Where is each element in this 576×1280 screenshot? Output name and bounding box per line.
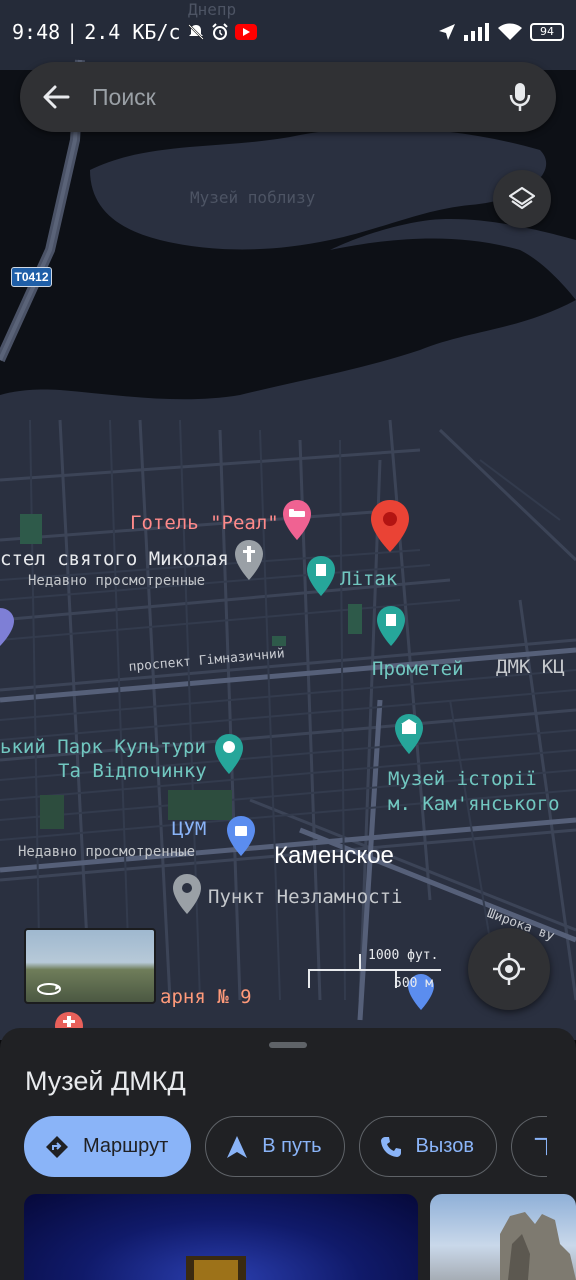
- network-speed: 2.4 КБ/с: [84, 20, 181, 44]
- status-time: 9:48: [12, 20, 61, 44]
- battery-icon: 94: [530, 23, 564, 41]
- litak-label[interactable]: Літак: [340, 568, 397, 590]
- museum-pin-icon[interactable]: [394, 714, 424, 756]
- action-chips: Маршрут В путь Вызов: [24, 1116, 547, 1177]
- church-label[interactable]: стел святого Миколая: [0, 548, 229, 570]
- hotel-label[interactable]: Готель "Реал": [130, 512, 279, 534]
- mute-icon: [187, 23, 205, 41]
- pharmacy-label[interactable]: арня № 9: [160, 986, 252, 1008]
- search-input[interactable]: Поиск: [92, 84, 504, 111]
- directions-label: Маршрут: [83, 1135, 169, 1157]
- scale-imperial: 1000 фут.: [368, 948, 439, 963]
- call-button[interactable]: Вызов: [358, 1116, 497, 1177]
- layers-icon: [508, 186, 536, 210]
- street-view-thumbnail[interactable]: [24, 928, 156, 1004]
- partial-pin-icon[interactable]: [0, 608, 14, 648]
- city-label: Каменское: [274, 842, 394, 869]
- search-bar[interactable]: Поиск: [20, 62, 556, 132]
- location-arrow-icon: [438, 23, 456, 41]
- start-navigation-button[interactable]: В путь: [205, 1116, 345, 1177]
- arrow-left-icon: [43, 85, 70, 109]
- scale-metric: 500 м: [394, 976, 434, 991]
- navigation-icon: [227, 1135, 248, 1158]
- place-photos: [24, 1194, 576, 1280]
- alarm-icon: [211, 23, 229, 41]
- prometei-pin-icon[interactable]: [376, 606, 406, 648]
- save-icon: [534, 1137, 547, 1155]
- back-button[interactable]: [40, 81, 72, 113]
- directions-button[interactable]: Маршрут: [24, 1116, 192, 1177]
- punkt-label[interactable]: Пункт Незламності: [208, 886, 402, 908]
- tsum-recent-label: Недавно просмотренные: [18, 844, 196, 860]
- place-bottom-sheet[interactable]: Музей ДМКД Маршрут В путь Вызов: [0, 1028, 576, 1280]
- hotel-pin-icon[interactable]: [282, 500, 312, 542]
- place-title: Музей ДМКД: [25, 1066, 186, 1096]
- dmk-label[interactable]: ДМК КЦ: [496, 656, 565, 678]
- crosshair-icon: [493, 953, 525, 985]
- directions-icon: [46, 1135, 68, 1158]
- youtube-icon: [234, 24, 257, 40]
- photo-night-image: [186, 1256, 246, 1280]
- road-shield: Т0412: [11, 267, 52, 287]
- microphone-icon: [509, 83, 531, 111]
- place-photo[interactable]: [430, 1194, 576, 1280]
- map-view[interactable]: Т0412 Днепр Музей поблизу Готель "Реал" …: [0, 0, 576, 1040]
- park-pin-icon[interactable]: [214, 734, 244, 776]
- church-recent-label: Недавно просмотренные: [28, 573, 206, 589]
- signal-icon: [464, 23, 490, 41]
- layers-button[interactable]: [493, 170, 551, 228]
- litak-pin-icon[interactable]: [306, 556, 336, 598]
- photo-monument-image: [500, 1212, 576, 1280]
- call-label: Вызов: [415, 1135, 474, 1157]
- faint-museum-label: Музей поблизу: [190, 188, 316, 207]
- start-navigation-label: В путь: [262, 1135, 322, 1157]
- tsum-pin-icon[interactable]: [226, 816, 256, 858]
- selected-place-pin-icon[interactable]: [370, 500, 410, 554]
- drag-handle[interactable]: [269, 1042, 307, 1048]
- phone-icon: [380, 1136, 401, 1157]
- museum-label-line1[interactable]: Музей історії: [388, 768, 537, 790]
- voice-search-button[interactable]: [504, 81, 536, 113]
- status-bar: 9:48 | 2.4 КБ/с 94: [0, 0, 576, 64]
- park-label-line1[interactable]: ький Парк Культури: [0, 736, 206, 758]
- my-location-button[interactable]: [468, 928, 550, 1010]
- rotate-360-icon: [37, 983, 61, 995]
- place-photo[interactable]: [24, 1194, 418, 1280]
- park-label-line2[interactable]: Та Відпочинку: [58, 760, 207, 782]
- wifi-icon: [498, 23, 522, 41]
- map-scale: 1000 фут. 500 м: [308, 948, 448, 1000]
- tsum-label[interactable]: ЦУМ: [172, 818, 206, 840]
- punkt-pin-icon[interactable]: [172, 874, 202, 916]
- church-pin-icon[interactable]: [234, 540, 264, 582]
- status-separator: |: [66, 20, 79, 44]
- prometei-label[interactable]: Прометей: [372, 658, 464, 680]
- museum-label-line2[interactable]: м. Кам'янського: [388, 793, 560, 815]
- more-action-button[interactable]: [510, 1116, 547, 1177]
